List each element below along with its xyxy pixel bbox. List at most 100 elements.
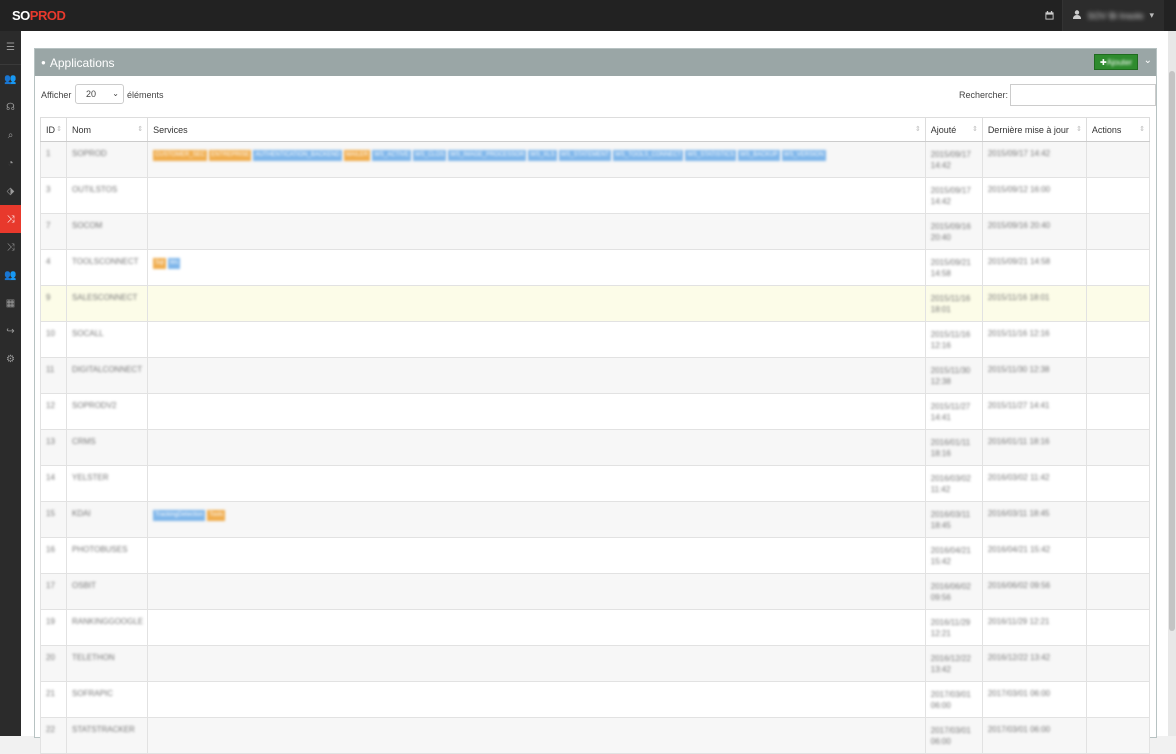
cell-updated: 2015/09/12 16:00	[981, 177, 1087, 214]
table-row[interactable]: 10 SOCALL 2015/11/16 12:16 2015/11/16 12:16	[39, 321, 1151, 358]
cell-ajoute: 2016/04/21 15:42	[924, 537, 983, 574]
cell-nom: RANKINGGOOGLE	[66, 609, 149, 646]
sidebar-item-search[interactable]: ⌕	[0, 121, 21, 149]
cell-id: 10	[39, 321, 68, 358]
cell-services	[147, 393, 926, 430]
added-date: 2016/11/29 12:21	[931, 617, 977, 639]
added-date-day: 2015/09/17	[930, 150, 971, 159]
cell-services	[147, 321, 926, 358]
table-row[interactable]: 13 CRMS 2016/01/11 18:16 2016/01/11 18:16	[39, 429, 1151, 466]
added-date: 2016/12/22 13:42	[931, 653, 977, 675]
share-icon: ↪	[6, 325, 15, 337]
column-header[interactable]: Dernière mise à jour ⇕	[981, 117, 1087, 142]
add-button[interactable]: ✚ Ajouter	[1093, 54, 1138, 70]
table-row[interactable]: 14 YELSTER 2016/03/02 11:42 2016/03/02 11:42	[39, 465, 1151, 502]
search-input[interactable]	[1010, 84, 1156, 106]
table-row[interactable]: 15 KDAI TrackingDetection Tools 2016/03/11 18…	[39, 501, 1151, 538]
collapse-chevron-icon[interactable]: ⌄	[1144, 55, 1152, 66]
brand-logo[interactable]: SOPROD	[12, 8, 66, 23]
column-header[interactable]: Nom ⇕	[66, 117, 149, 142]
cell-services	[147, 645, 926, 682]
dashboard-icon: ◔	[7, 157, 14, 169]
added-date-day: 2015/09/16	[930, 222, 971, 231]
cell-ajoute: 2015/11/16 18:01	[924, 285, 983, 322]
group-icon: 👥	[4, 269, 17, 281]
sidebar-item-users[interactable]: 👥	[0, 65, 21, 93]
cell-services: CUSTOMER_SEC ENTREPRISE AUTHENTICATION_BAC…	[147, 141, 926, 178]
cell-id-text: 20	[46, 653, 55, 662]
sidebar-item-share[interactable]: ↪	[0, 317, 21, 345]
cell-services	[147, 177, 926, 214]
table-row[interactable]: 19 RANKINGGOOGLE 2016/11/29 12:21 2016/11/29…	[39, 609, 1151, 646]
cell-nom: KDAI	[66, 501, 149, 538]
cell-id: 16	[39, 537, 68, 574]
column-header-label: ID	[46, 124, 55, 135]
sidebar-item-dashboard[interactable]: ◔	[0, 149, 21, 177]
table-row[interactable]: 11 DIGITALCONNECT 2015/11/30 12:38 2015/11/3…	[39, 357, 1151, 394]
menu-toggle-icon[interactable]: ☰	[0, 31, 21, 65]
cell-nom: TOOLSCONNECT	[66, 249, 149, 286]
table-row[interactable]: 3 OUTILSTOS 2015/09/17 14:42 2015/09/12 16:0…	[39, 177, 1151, 214]
cell-nom-text: SOCOM	[72, 221, 103, 230]
cell-id: 11	[39, 357, 68, 394]
table-row[interactable]: 9 SALESCONNECT 2015/11/16 18:01 2015/11/16 1…	[39, 285, 1151, 322]
cell-updated: 2015/11/27 14:41	[981, 393, 1087, 430]
sidebar-item-support[interactable]: ☊	[0, 93, 21, 121]
table-row[interactable]: 21 SOFRAPIC 2017/03/01 06:00 2017/03/01 06:0…	[39, 681, 1151, 718]
added-date-day: 2016/03/02	[930, 474, 971, 483]
page-length-select[interactable]: 20 ⌄	[75, 84, 124, 104]
column-header[interactable]: ID ⇕	[39, 117, 68, 142]
table-row[interactable]: 1 SOPROD CUSTOMER_SEC ENTREPRISE AUTHENTICAT…	[39, 141, 1151, 178]
cell-nom-text: STATSTRACKER	[72, 725, 135, 734]
table-row[interactable]: 12 SOPRODV2 2015/11/27 14:41 2015/11/27 14:4…	[39, 393, 1151, 430]
service-tag: WS_TOOLS_CONNECT	[613, 150, 684, 161]
cell-updated: 2016/04/21 15:42	[981, 537, 1087, 574]
add-button-label: Ajouter	[1106, 57, 1132, 67]
added-date: 2016/04/21 15:42	[931, 545, 977, 567]
scrollbar[interactable]	[1168, 31, 1176, 736]
sidebar-item-groups[interactable]: 👥	[0, 261, 21, 289]
scrollbar-thumb[interactable]	[1169, 71, 1175, 631]
cell-actions	[1085, 249, 1151, 286]
cell-updated-text: 2015/09/17 14:42	[987, 149, 1051, 158]
shuffle-icon: ⤨	[6, 241, 15, 253]
table-row[interactable]: 4 TOOLSCONNECT Sql Ws 2015/09/21 14:58 2015/09…	[39, 249, 1151, 286]
user-menu[interactable]: SOV Bi Insolo ▾	[1062, 0, 1164, 31]
added-date: 2015/11/27 14:41	[931, 401, 977, 423]
table-row[interactable]: 16 PHOTOBUSES 2016/04/21 15:42 2016/04/21 15…	[39, 537, 1151, 574]
cell-id-text: 14	[46, 473, 55, 482]
table-row[interactable]: 20 TELETHON 2016/12/22 13:42 2016/12/22 13:4…	[39, 645, 1151, 682]
cell-updated: 2016/06/02 09:56	[981, 573, 1087, 610]
service-tag: Sql	[153, 258, 166, 269]
cell-nom-text: SOCALL	[72, 329, 104, 338]
service-tag: WS_STATEMENT	[558, 150, 612, 161]
cell-id-text: 17	[46, 581, 55, 590]
cell-nom-text: OUTILSTOS	[72, 185, 118, 194]
added-date-time: 14:42	[930, 161, 951, 170]
sidebar-item-modules[interactable]: ▦	[0, 289, 21, 317]
column-header-label: Actions	[1091, 124, 1122, 135]
gears-icon: ⚙	[6, 353, 15, 365]
cell-nom-text: YELSTER	[72, 473, 109, 482]
added-date-day: 2016/04/21	[930, 546, 971, 555]
added-date-day: 2017/03/01	[930, 690, 971, 699]
cell-updated-text: 2015/11/16 12:16	[987, 329, 1050, 338]
table-row[interactable]: 17 OSBIT 2016/06/02 09:56 2016/06/02 09:56	[39, 573, 1151, 610]
column-header[interactable]: Services ⇕	[147, 117, 926, 142]
added-date: 2015/09/17 14:42	[931, 149, 977, 171]
sidebar-item-tags[interactable]: ⬗	[0, 177, 21, 205]
column-header-label: Dernière mise à jour	[987, 124, 1069, 135]
cell-updated-text: 2016/11/29 12:21	[987, 617, 1050, 626]
calendar-icon[interactable]	[1036, 0, 1062, 31]
sidebar-item-settings[interactable]: ⚙	[0, 345, 21, 373]
cell-actions	[1085, 213, 1151, 250]
sidebar-item-applications[interactable]: ⤨	[0, 205, 21, 233]
column-header[interactable]: Actions ⇕	[1085, 117, 1151, 142]
cell-updated-text: 2016/03/02 11:42	[987, 473, 1050, 482]
column-header[interactable]: Ajouté ⇕	[924, 117, 983, 142]
table-row[interactable]: 7 SOCOM 2015/09/16 20:40 2015/09/16 20:40	[39, 213, 1151, 250]
added-date-day: 2015/11/16	[930, 294, 971, 303]
cell-nom: CRMS	[66, 429, 149, 466]
service-tag: WS_XLS	[528, 150, 557, 161]
sidebar-item-random[interactable]: ⤨	[0, 233, 21, 261]
